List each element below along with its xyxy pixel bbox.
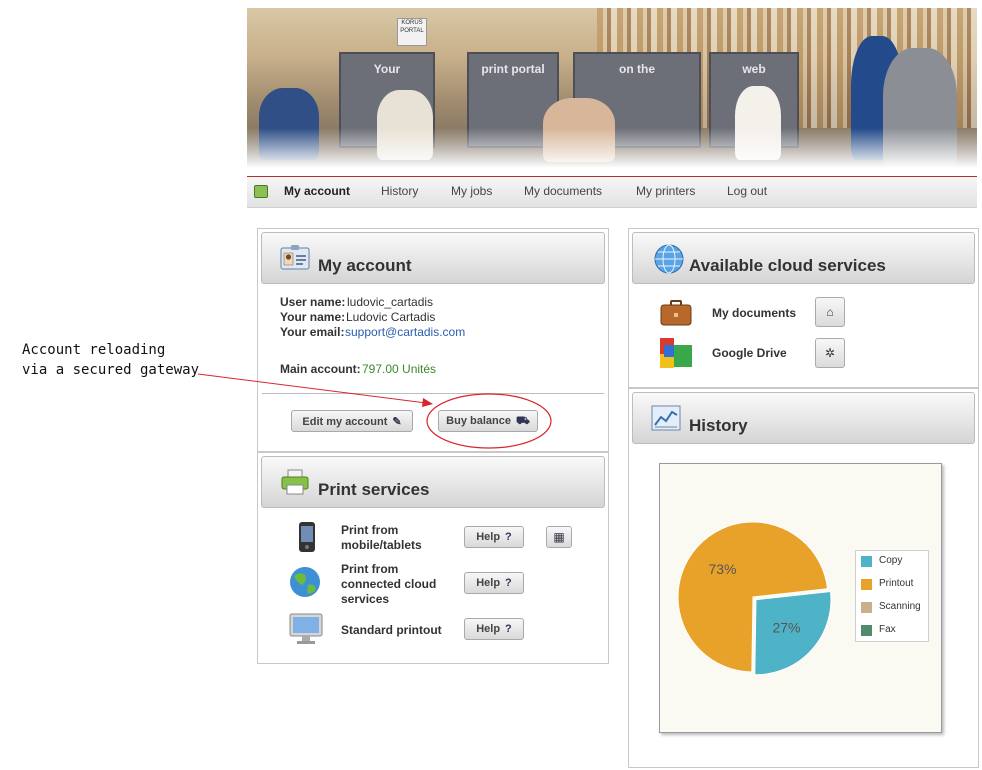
annotation-highlight-circle bbox=[426, 393, 552, 449]
annotation-arrow bbox=[197, 373, 427, 404]
annotation-arrowhead bbox=[422, 398, 433, 407]
annotation-overlay bbox=[197, 373, 552, 449]
